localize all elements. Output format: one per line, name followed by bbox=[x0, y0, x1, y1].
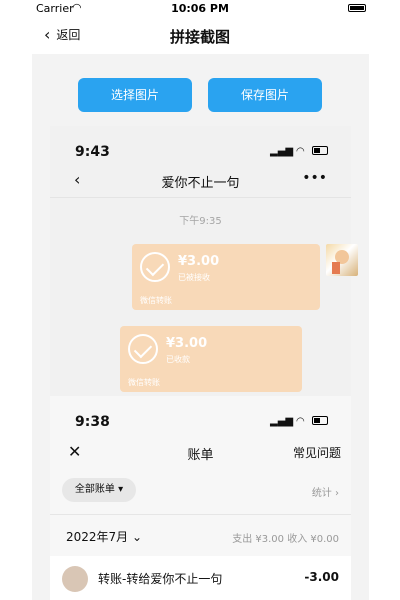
chat-nav-bar: ‹ 爱你不止一句 ••• bbox=[50, 164, 351, 198]
screenshot-status-bar: 9:43 ▂▄▆ ◠ bbox=[50, 144, 351, 160]
check-icon bbox=[128, 334, 158, 364]
transfer-amount: ¥3.00 bbox=[178, 254, 220, 269]
month-selector[interactable]: 2022年7月 ⌄ bbox=[66, 528, 142, 545]
table-row[interactable]: 转账-转给爱你不止一句 -3.00 bbox=[50, 556, 351, 600]
transfer-amount: ¥3.00 bbox=[166, 336, 208, 351]
more-icon[interactable]: ••• bbox=[302, 170, 327, 186]
transfer-status: 已收款 bbox=[166, 355, 190, 364]
stats-link[interactable]: 统计 › bbox=[312, 484, 339, 499]
chat-timestamp: 下午9:35 bbox=[179, 216, 222, 227]
transfer-footer: 微信转账 bbox=[140, 296, 172, 305]
status-bar: Carrier ◠ 10:06 PM bbox=[0, 0, 400, 18]
bill-screenshot: 9:38 ▂▄▆ ◠ ✕ 账单 常见问题 全部账单 ▾ 统计 › 2022年7月… bbox=[50, 396, 351, 600]
month-summary: 支出 ¥3.00 收入 ¥0.00 bbox=[232, 534, 339, 545]
transfer-card: ¥3.00 已被接收 微信转账 bbox=[132, 244, 320, 310]
navigation-bar: ‹ 返回 拼接截图 bbox=[0, 18, 400, 54]
divider bbox=[50, 514, 351, 515]
signal-icon: ▂▄▆ ◠ bbox=[270, 416, 305, 427]
check-icon bbox=[140, 252, 170, 282]
avatar bbox=[326, 244, 358, 276]
save-image-button[interactable]: 保存图片 bbox=[208, 78, 322, 112]
transfer-card: ¥3.00 已收款 微信转账 bbox=[120, 326, 302, 392]
bill-nav-bar: ✕ 账单 常见问题 bbox=[50, 436, 351, 470]
page-title: 拼接截图 bbox=[169, 28, 230, 46]
battery-icon bbox=[348, 4, 366, 12]
stitch-canvas: 选择图片 保存图片 9:43 ▂▄▆ ◠ ‹ 爱你不止一句 ••• 下午9:35… bbox=[32, 54, 369, 600]
status-time: 10:06 PM bbox=[171, 2, 229, 15]
screenshot-time: 9:43 bbox=[75, 144, 110, 160]
transfer-footer: 微信转账 bbox=[128, 378, 160, 387]
battery-icon bbox=[312, 416, 328, 425]
screenshot-time: 9:38 bbox=[75, 414, 110, 430]
faq-link[interactable]: 常见问题 bbox=[293, 444, 341, 461]
battery-icon bbox=[312, 146, 328, 155]
signal-icon: ▂▄▆ ◠ bbox=[270, 146, 305, 157]
bill-filter-button[interactable]: 全部账单 ▾ bbox=[62, 478, 136, 502]
bill-row-amount: -3.00 bbox=[304, 570, 339, 584]
avatar bbox=[62, 566, 88, 592]
screenshot-status-bar: 9:38 ▂▄▆ ◠ bbox=[50, 414, 351, 430]
transfer-status: 已被接收 bbox=[178, 273, 210, 282]
select-image-button[interactable]: 选择图片 bbox=[78, 78, 192, 112]
bill-row-text: 转账-转给爱你不止一句 bbox=[98, 572, 223, 586]
chat-screenshot: 9:43 ▂▄▆ ◠ ‹ 爱你不止一句 ••• 下午9:35 ¥3.00 已被接… bbox=[50, 126, 358, 428]
